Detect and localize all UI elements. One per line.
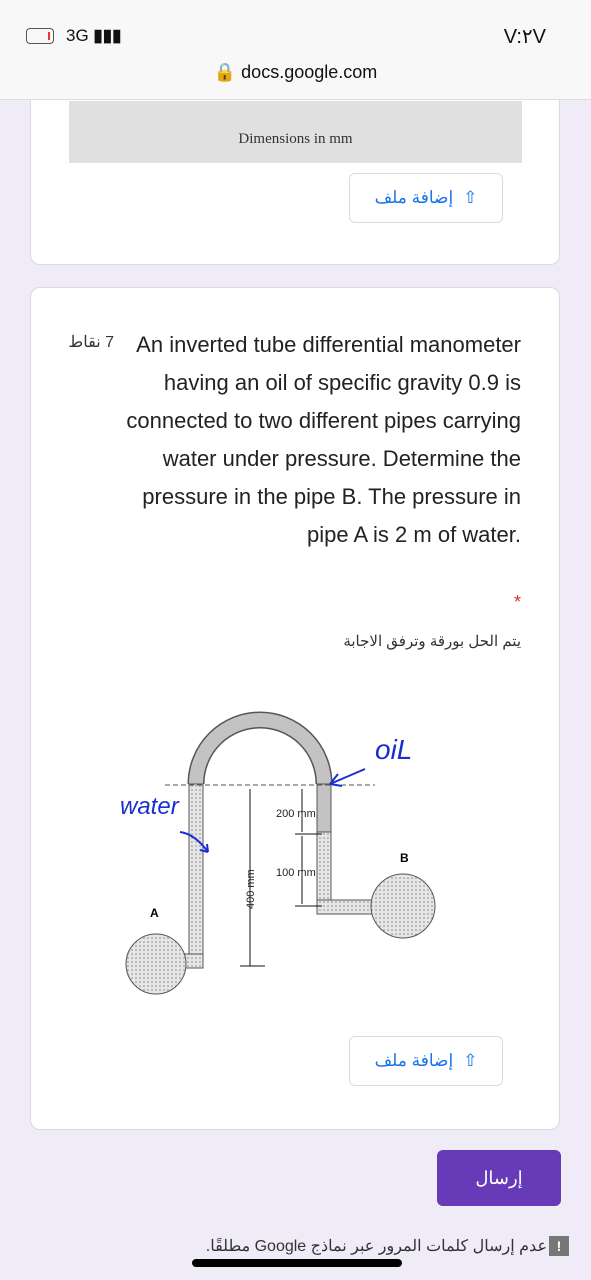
lock-icon: 🔒 — [213, 62, 237, 82]
points-label: 7 نقاط — [68, 334, 114, 351]
home-indicator — [192, 1259, 402, 1267]
address-bar[interactable]: 🔒 docs.google.com — [0, 62, 591, 83]
battery-low-icon — [26, 28, 54, 44]
label-oil: oiL — [375, 734, 412, 765]
required-mark: * — [513, 592, 521, 612]
add-file-button[interactable]: ⇧ إضافة ملف — [349, 1036, 503, 1086]
upload-icon: ⇧ — [463, 188, 478, 207]
alert-icon: ! — [549, 1236, 569, 1256]
signal-bars-icon: ▮▮▮ — [93, 26, 122, 45]
question-description: يتم الحل بورقة وترفق الاجابة — [343, 633, 521, 650]
image-caption: Dimensions in mm — [238, 131, 353, 147]
status-bar: 3G ▮▮▮ V:٢V 🔒 docs.google.com — [0, 0, 591, 100]
dim-400: 400 mm — [245, 869, 257, 909]
question-card: 7 نقاط An inverted tube differential man… — [30, 287, 560, 1130]
submit-button[interactable]: إرسال — [437, 1150, 561, 1206]
question-text: An inverted tube differential manometer … — [126, 332, 521, 547]
clock: V:٢V — [503, 26, 546, 48]
label-b: B — [400, 851, 409, 865]
label-water: water — [120, 793, 180, 820]
question-image: Dimensions in mm — [69, 101, 522, 163]
password-warning: !عدم إرسال كلمات المرور عبر نماذج Google… — [206, 1236, 569, 1256]
dim-100: 100 mm — [276, 867, 316, 879]
dim-200: 200 mm — [276, 808, 316, 820]
add-file-button[interactable]: ⇧ إضافة ملف — [349, 173, 503, 223]
upload-icon: ⇧ — [463, 1051, 478, 1070]
label-a: A — [150, 906, 159, 920]
manometer-diagram: 200 mm 100 mm 400 mm A B water oiL — [70, 704, 522, 1000]
network-indicator: 3G ▮▮▮ — [66, 26, 122, 45]
